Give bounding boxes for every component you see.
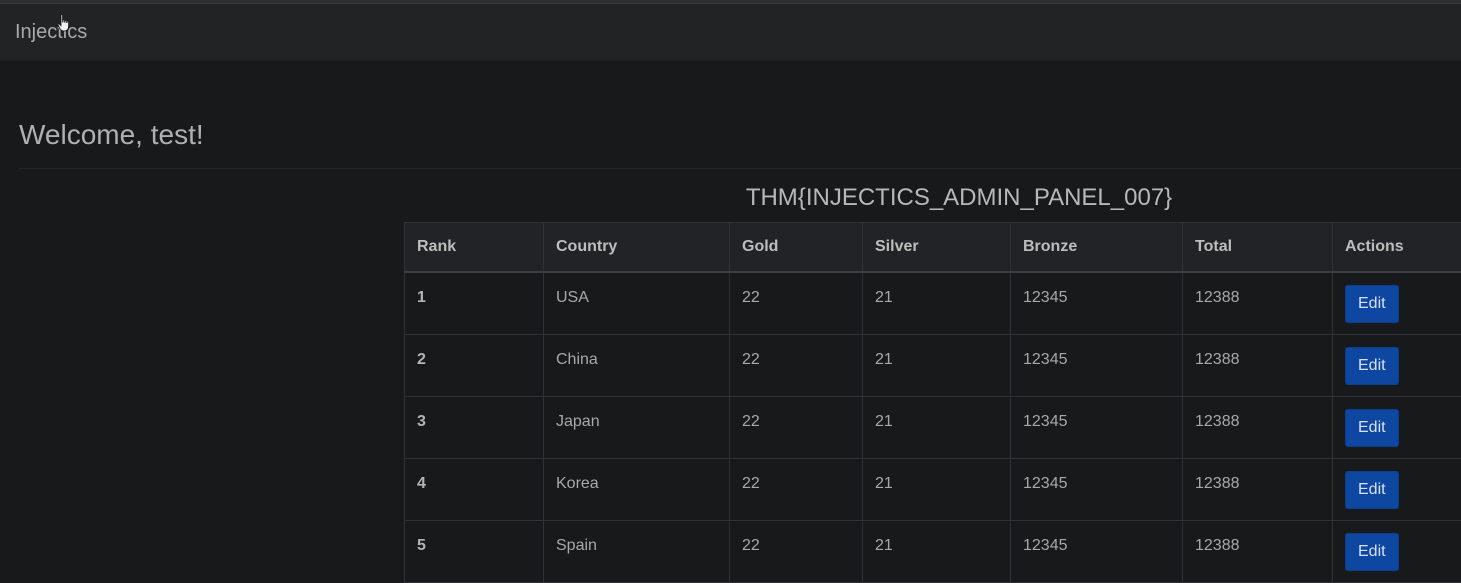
actions-cell: Edit [1333, 334, 1461, 396]
silver-cell: 21 [863, 396, 1011, 458]
table-row: 1 USA 22 21 12345 12388 Edit [405, 272, 1461, 334]
column-header-rank: Rank [405, 223, 544, 273]
rank-cell: 2 [405, 334, 544, 396]
table-row: 5 Spain 22 21 12345 12388 Edit [405, 520, 1461, 582]
silver-cell: 21 [863, 272, 1011, 334]
medal-table-container: Rank Country Gold Silver Bronze Total Ac… [404, 222, 1461, 583]
country-cell: Korea [544, 458, 730, 520]
navbar: Injectics [0, 4, 1461, 61]
flag-text: THM{INJECTICS_ADMIN_PANEL_007} [404, 184, 1461, 212]
bronze-cell: 12345 [1011, 334, 1183, 396]
column-header-country: Country [544, 223, 730, 273]
bronze-cell: 12345 [1011, 272, 1183, 334]
country-cell: USA [544, 272, 730, 334]
actions-cell: Edit [1333, 458, 1461, 520]
bronze-cell: 12345 [1011, 520, 1183, 582]
rank-cell: 4 [405, 458, 544, 520]
country-cell: Spain [544, 520, 730, 582]
hand-pointer-icon [57, 14, 71, 32]
total-cell: 12388 [1183, 520, 1333, 582]
column-header-bronze: Bronze [1011, 223, 1183, 273]
rank-cell: 3 [405, 396, 544, 458]
edit-button[interactable]: Edit [1345, 409, 1399, 447]
column-header-actions: Actions [1333, 223, 1461, 273]
edit-button[interactable]: Edit [1345, 285, 1399, 323]
rank-cell: 5 [405, 520, 544, 582]
gold-cell: 22 [730, 458, 863, 520]
edit-button[interactable]: Edit [1345, 533, 1399, 571]
column-header-total: Total [1183, 223, 1333, 273]
gold-cell: 22 [730, 272, 863, 334]
gold-cell: 22 [730, 334, 863, 396]
navbar-brand[interactable]: Injectics [15, 21, 87, 44]
table-header-row: Rank Country Gold Silver Bronze Total Ac… [405, 223, 1461, 273]
country-cell: Japan [544, 396, 730, 458]
edit-button[interactable]: Edit [1345, 347, 1399, 385]
actions-cell: Edit [1333, 396, 1461, 458]
medal-table: Rank Country Gold Silver Bronze Total Ac… [404, 222, 1461, 583]
total-cell: 12388 [1183, 272, 1333, 334]
gold-cell: 22 [730, 520, 863, 582]
edit-button[interactable]: Edit [1345, 471, 1399, 509]
column-header-gold: Gold [730, 223, 863, 273]
actions-cell: Edit [1333, 272, 1461, 334]
bronze-cell: 12345 [1011, 396, 1183, 458]
table-row: 2 China 22 21 12345 12388 Edit [405, 334, 1461, 396]
total-cell: 12388 [1183, 458, 1333, 520]
total-cell: 12388 [1183, 396, 1333, 458]
column-header-silver: Silver [863, 223, 1011, 273]
silver-cell: 21 [863, 458, 1011, 520]
welcome-heading: Welcome, test! [19, 119, 204, 151]
table-row: 3 Japan 22 21 12345 12388 Edit [405, 396, 1461, 458]
total-cell: 12388 [1183, 334, 1333, 396]
silver-cell: 21 [863, 520, 1011, 582]
bronze-cell: 12345 [1011, 458, 1183, 520]
silver-cell: 21 [863, 334, 1011, 396]
table-row: 4 Korea 22 21 12345 12388 Edit [405, 458, 1461, 520]
actions-cell: Edit [1333, 520, 1461, 582]
rank-cell: 1 [405, 272, 544, 334]
gold-cell: 22 [730, 396, 863, 458]
divider [19, 168, 1461, 169]
country-cell: China [544, 334, 730, 396]
